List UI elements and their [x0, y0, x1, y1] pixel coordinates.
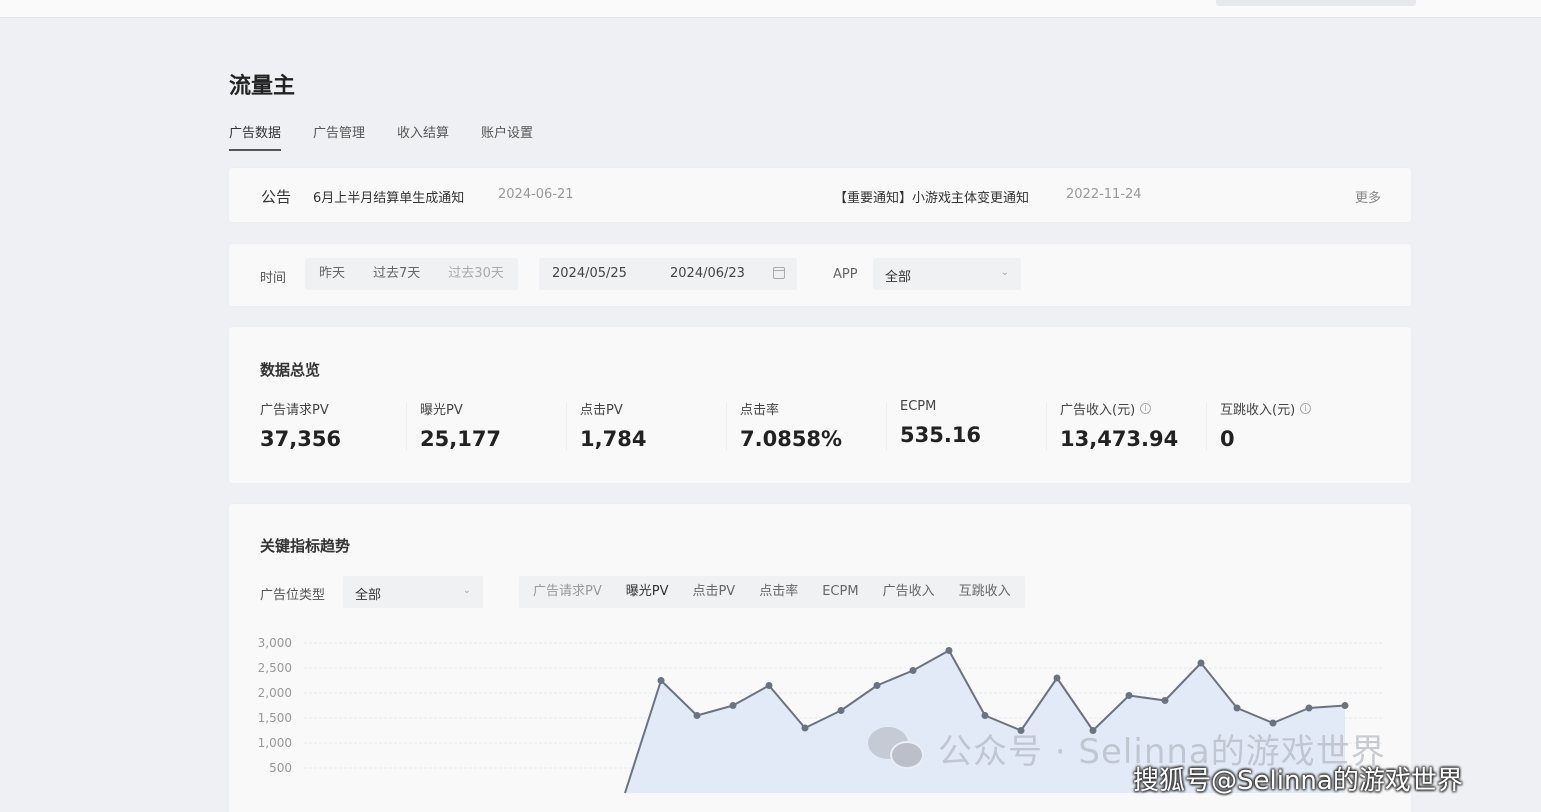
metric-click-rate: 点击率 7.0858% — [726, 399, 900, 457]
metric-label: 互跳收入(元) — [1220, 403, 1296, 418]
tab-income-settlement[interactable]: 收入结算 — [397, 122, 449, 151]
y-tick-label: 2,000 — [258, 686, 292, 700]
date-range-picker[interactable]: 2024/05/25 2024/06/23 — [539, 258, 797, 290]
overview-title: 数据总览 — [260, 361, 321, 379]
top-bar-control[interactable] — [1216, 0, 1416, 6]
sohu-watermark: 搜狐号@Selinna的游戏世界 — [1133, 766, 1463, 796]
metric-jump-income: 互跳收入(元) i 0 — [1206, 399, 1380, 457]
notice-more-link[interactable]: 更多 — [1355, 187, 1381, 206]
metric-click-pv: 点击PV 1,784 — [566, 399, 740, 457]
top-bar — [0, 0, 1541, 18]
data-point — [729, 702, 737, 709]
y-tick-label: 1,500 — [258, 711, 292, 725]
data-point — [945, 647, 953, 654]
chevron-down-icon: ⌄ — [1000, 267, 1009, 278]
wechat-icon — [868, 726, 928, 771]
data-point — [693, 712, 701, 719]
metric-value: 7.0858% — [740, 427, 843, 451]
data-point — [1341, 702, 1349, 709]
filter-bar: 时间 昨天 过去7天 过去30天 2024/05/25 2024/06/23 A… — [229, 244, 1411, 306]
ad-position-type-value: 全部 — [355, 588, 382, 603]
app-label: APP — [833, 267, 858, 282]
notice-link-2[interactable]: 【重要通知】小游戏主体变更通知 — [834, 187, 1029, 206]
metric-label: 曝光PV — [420, 403, 463, 418]
data-point — [837, 707, 845, 714]
metric-label: 广告收入(元) — [1060, 403, 1136, 418]
metric-value: 1,784 — [580, 427, 647, 451]
metric-value: 13,473.94 — [1060, 427, 1179, 451]
data-point — [1125, 692, 1133, 699]
notice-link-1[interactable]: 6月上半月结算单生成通知 — [313, 187, 464, 206]
y-tick-label: 2,500 — [258, 661, 292, 675]
notice-bar: 公告 6月上半月结算单生成通知 2024-06-21 【重要通知】小游戏主体变更… — [229, 168, 1411, 222]
notice-date-2: 2022-11-24 — [1066, 187, 1142, 202]
main-tabs: 广告数据 广告管理 收入结算 账户设置 — [229, 122, 533, 151]
metric-label: 点击PV — [580, 403, 623, 418]
quick-range-group: 昨天 过去7天 过去30天 — [305, 258, 518, 290]
trend-title: 关键指标趋势 — [260, 537, 351, 555]
metric-tab-jump-income[interactable]: 互跳收入 — [947, 576, 1023, 608]
metric-value: 25,177 — [420, 427, 502, 451]
data-point — [657, 677, 665, 684]
y-tick-label: 500 — [269, 761, 292, 775]
metric-tab-click-rate[interactable]: 点击率 — [747, 576, 810, 608]
data-point — [1161, 697, 1169, 704]
metric-tab-ad-income[interactable]: 广告收入 — [871, 576, 947, 608]
ad-position-type-label: 广告位类型 — [260, 588, 326, 603]
metric-label: ECPM — [900, 399, 937, 414]
ad-position-type-select[interactable]: 全部 ⌄ — [343, 576, 483, 608]
metric-label: 点击率 — [740, 403, 780, 418]
chevron-down-icon: ⌄ — [462, 585, 471, 596]
metric-ad-request-pv: 广告请求PV 37,356 — [260, 399, 420, 457]
quick-range-30-days[interactable]: 过去30天 — [434, 258, 518, 290]
tab-ad-management[interactable]: 广告管理 — [313, 122, 365, 151]
data-point — [765, 682, 773, 689]
metric-value: 0 — [1220, 427, 1235, 451]
info-icon[interactable]: i — [1300, 403, 1312, 414]
quick-range-7-days[interactable]: 过去7天 — [359, 258, 434, 290]
metric-label: 广告请求PV — [260, 403, 329, 418]
calendar-icon[interactable] — [773, 267, 785, 279]
data-point — [981, 712, 989, 719]
metric-tab-ecpm[interactable]: ECPM — [810, 576, 870, 608]
metric-value: 37,356 — [260, 427, 342, 451]
data-point — [1053, 674, 1061, 682]
quick-range-yesterday[interactable]: 昨天 — [305, 258, 359, 290]
y-tick-label: 3,000 — [258, 636, 292, 650]
tab-ad-data[interactable]: 广告数据 — [229, 122, 282, 151]
notice-date-1: 2024-06-21 — [498, 187, 574, 202]
notice-label: 公告 — [261, 188, 292, 206]
start-date[interactable]: 2024/05/25 — [552, 266, 627, 281]
app-select[interactable]: 全部 ⌄ — [873, 258, 1021, 290]
data-point — [1197, 659, 1205, 667]
tab-account-settings[interactable]: 账户设置 — [481, 122, 533, 151]
metric-value: 535.16 — [900, 423, 982, 447]
time-label: 时间 — [260, 271, 287, 286]
metric-exposure-pv: 曝光PV 25,177 — [406, 399, 580, 457]
data-point — [801, 724, 809, 732]
data-point — [1233, 704, 1241, 712]
metric-ecpm: ECPM 535.16 — [886, 399, 1060, 457]
metric-tab-ad-request-pv[interactable]: 广告请求PV — [521, 576, 614, 608]
metric-ad-income: 广告收入(元) i 13,473.94 — [1046, 399, 1220, 457]
page-title: 流量主 — [229, 74, 296, 99]
metrics-row: 广告请求PV 37,356 曝光PV 25,177 点击PV 1,784 点击率… — [260, 399, 1380, 457]
end-date[interactable]: 2024/06/23 — [670, 266, 745, 281]
app-select-value: 全部 — [885, 270, 912, 285]
y-tick-label: 1,000 — [258, 736, 292, 750]
metric-tab-exposure-pv[interactable]: 曝光PV — [614, 576, 681, 608]
metric-tab-click-pv[interactable]: 点击PV — [680, 576, 747, 608]
data-point — [873, 682, 881, 689]
data-overview-card: 数据总览 广告请求PV 37,356 曝光PV 25,177 点击PV 1,78… — [229, 327, 1411, 483]
data-point — [909, 667, 917, 674]
metric-tab-group: 广告请求PV 曝光PV 点击PV 点击率 ECPM 广告收入 互跳收入 — [519, 576, 1025, 608]
data-point — [1305, 704, 1313, 712]
info-icon[interactable]: i — [1140, 403, 1152, 414]
